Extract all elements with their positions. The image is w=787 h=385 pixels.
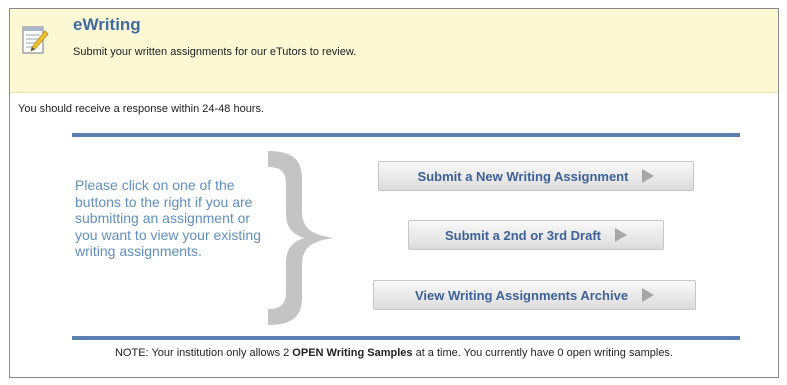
response-time-text: You should receive a response within 24-… bbox=[18, 103, 265, 115]
header-banner: eWriting Submit your written assignments… bbox=[10, 9, 778, 93]
play-arrow-icon bbox=[615, 228, 628, 242]
submit-new-assignment-button[interactable]: Submit a New Writing Assignment bbox=[378, 161, 694, 191]
submit-draft-label: Submit a 2nd or 3rd Draft bbox=[444, 227, 602, 243]
limit-note: NOTE: Your institution only allows 2 OPE… bbox=[10, 347, 778, 359]
curly-brace-graphic bbox=[268, 151, 334, 325]
notepad-pencil-icon bbox=[22, 26, 49, 54]
view-archive-button[interactable]: View Writing Assignments Archive bbox=[373, 280, 696, 310]
ewriting-panel: eWriting Submit your written assignments… bbox=[9, 8, 779, 378]
submit-new-assignment-label: Submit a New Writing Assignment bbox=[417, 168, 629, 184]
submit-draft-button[interactable]: Submit a 2nd or 3rd Draft bbox=[408, 220, 664, 250]
play-arrow-icon bbox=[642, 288, 655, 302]
page-subtitle: Submit your written assignments for our … bbox=[73, 46, 357, 58]
top-divider bbox=[72, 133, 740, 137]
instructions-text: Please click on one of the buttons to th… bbox=[75, 177, 261, 259]
view-archive-label: View Writing Assignments Archive bbox=[414, 287, 629, 303]
note-suffix: at a time. You currently have 0 open wri… bbox=[412, 347, 673, 359]
play-arrow-icon bbox=[642, 169, 655, 183]
bottom-divider bbox=[72, 336, 740, 340]
page-title: eWriting bbox=[73, 15, 141, 34]
note-prefix: NOTE: Your institution only allows 2 bbox=[114, 347, 293, 359]
note-emphasis: OPEN Writing Samples bbox=[292, 347, 413, 359]
